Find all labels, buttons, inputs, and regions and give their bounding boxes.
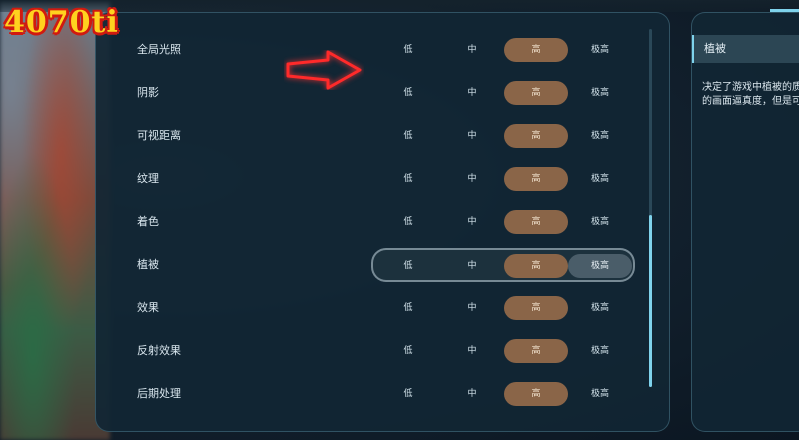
quality-option-button[interactable]: 低 xyxy=(376,382,440,406)
quality-option-button[interactable]: 高 xyxy=(504,210,568,234)
setting-row[interactable]: 反射效果 低中高极高 xyxy=(96,332,656,370)
setting-row[interactable]: 后期处理 低中高极高 xyxy=(96,375,656,413)
setting-label: 植被 xyxy=(137,258,159,271)
setting-label: 反射效果 xyxy=(137,344,181,357)
quality-option-button[interactable]: 中 xyxy=(440,339,504,363)
setting-label: 阴影 xyxy=(137,86,159,99)
quality-option-button[interactable]: 中 xyxy=(440,81,504,105)
scrollbar-thumb[interactable] xyxy=(649,215,652,387)
setting-label: 着色 xyxy=(137,215,159,228)
quality-option-button[interactable]: 中 xyxy=(440,38,504,62)
graphics-settings-panel: 全局光照低中高极高 阴影低中高极高 可视距离低中高极高 纹理低中高极高 着色低中高极高植… xyxy=(95,12,670,432)
description-title-bar: 植被 xyxy=(692,35,799,63)
quality-options: 低中高极高 xyxy=(373,379,635,409)
quality-option-button[interactable]: 低 xyxy=(376,339,440,363)
quality-options: 低中高极高 xyxy=(373,207,635,237)
quality-option-button[interactable]: 极高 xyxy=(568,124,632,148)
top-bar xyxy=(0,0,799,12)
quality-option-button[interactable]: 极高 xyxy=(568,254,632,278)
quality-option-button[interactable]: 中 xyxy=(440,382,504,406)
quality-options: 低中高极高 xyxy=(373,121,635,151)
quality-option-button[interactable]: 高 xyxy=(504,38,568,62)
quality-option-button[interactable]: 低 xyxy=(376,81,440,105)
quality-option-button[interactable]: 高 xyxy=(504,81,568,105)
quality-option-button[interactable]: 高 xyxy=(504,254,568,278)
quality-options: 低中高极高 xyxy=(373,293,635,323)
quality-option-button[interactable]: 极高 xyxy=(568,296,632,320)
description-line: 的画面逼真度，但是可 xyxy=(702,96,799,107)
setting-row[interactable]: 阴影 低中高极高 xyxy=(96,74,656,112)
quality-options: 低中高极高 xyxy=(373,35,635,65)
description-line: 决定了游戏中植被的质 xyxy=(702,82,799,93)
quality-option-button[interactable]: 中 xyxy=(440,254,504,278)
quality-option-button[interactable]: 低 xyxy=(376,296,440,320)
quality-option-button[interactable]: 高 xyxy=(504,296,568,320)
quality-option-button[interactable]: 极高 xyxy=(568,167,632,191)
setting-label: 全局光照 xyxy=(137,43,181,56)
quality-option-button[interactable]: 低 xyxy=(376,124,440,148)
red-arrow-icon xyxy=(286,50,362,90)
description-panel: 植被 决定了游戏中植被的质 的画面逼真度，但是可 xyxy=(691,12,799,432)
description-text: 决定了游戏中植被的质 的画面逼真度，但是可 xyxy=(702,81,799,109)
setting-label: 后期处理 xyxy=(137,387,181,400)
setting-row[interactable]: 可视距离 低中高极高 xyxy=(96,117,656,155)
quality-options: 低中高极高 xyxy=(373,164,635,194)
quality-option-button[interactable]: 高 xyxy=(504,124,568,148)
setting-label: 可视距离 xyxy=(137,129,181,142)
quality-option-button[interactable]: 高 xyxy=(504,167,568,191)
quality-option-button[interactable]: 极高 xyxy=(568,382,632,406)
setting-row[interactable]: 效果 低中高极高 xyxy=(96,289,656,327)
quality-option-button[interactable]: 中 xyxy=(440,167,504,191)
setting-row[interactable]: 植被 低中高极高 xyxy=(96,246,656,284)
quality-option-button[interactable]: 低 xyxy=(376,210,440,234)
quality-options: 低中高极高 xyxy=(373,78,635,108)
setting-row[interactable]: 纹理 低中高极高 xyxy=(96,160,656,198)
setting-label: 纹理 xyxy=(137,172,159,185)
quality-option-button[interactable]: 极高 xyxy=(568,81,632,105)
quality-option-button[interactable]: 极高 xyxy=(568,210,632,234)
setting-label: 效果 xyxy=(137,301,159,314)
description-title: 植被 xyxy=(704,42,726,55)
quality-option-button[interactable]: 中 xyxy=(440,296,504,320)
gpu-badge: 4070ti xyxy=(4,5,119,40)
background-game-scene xyxy=(0,0,110,440)
scrollbar[interactable] xyxy=(649,29,652,387)
quality-option-button[interactable]: 极高 xyxy=(568,38,632,62)
quality-option-button[interactable]: 极高 xyxy=(568,339,632,363)
quality-options: 低中高极高 xyxy=(373,336,635,366)
quality-option-button[interactable]: 高 xyxy=(504,339,568,363)
setting-row[interactable]: 着色 低中高极高 xyxy=(96,203,656,241)
quality-option-button[interactable]: 中 xyxy=(440,210,504,234)
quality-option-button[interactable]: 低 xyxy=(376,254,440,278)
quality-option-button[interactable]: 高 xyxy=(504,382,568,406)
quality-option-button[interactable]: 中 xyxy=(440,124,504,148)
quality-options: 低中高极高 xyxy=(371,248,635,282)
quality-option-button[interactable]: 低 xyxy=(376,167,440,191)
quality-option-button[interactable]: 低 xyxy=(376,38,440,62)
setting-row[interactable]: 全局光照 低中高极高 xyxy=(96,31,656,69)
